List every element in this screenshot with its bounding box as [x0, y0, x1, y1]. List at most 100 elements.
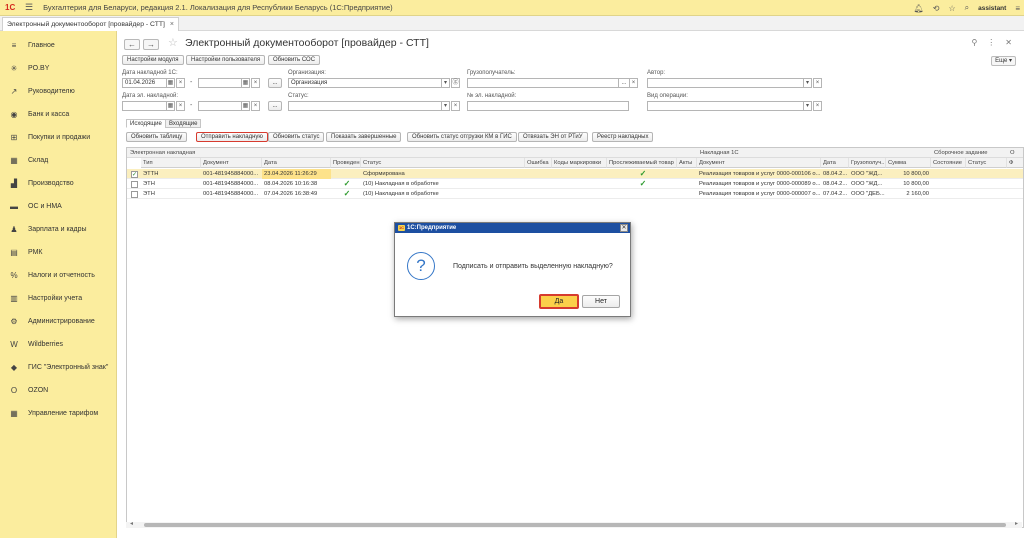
hamburger-menu-icon[interactable]: ☰: [25, 2, 33, 13]
scrollbar-thumb[interactable]: [144, 523, 1006, 527]
sidebar-item[interactable]: ▟ Производство: [0, 172, 117, 194]
clear-icon[interactable]: ×: [451, 101, 460, 111]
clear-icon[interactable]: ×: [251, 101, 260, 111]
einvoice-no-field[interactable]: [467, 101, 629, 111]
settings-icon[interactable]: ≡: [1015, 4, 1020, 13]
tab-edo[interactable]: Электронный документооборот [провайдер -…: [2, 17, 179, 31]
back-arrow-icon[interactable]: ←: [124, 39, 140, 50]
operation-field[interactable]: [647, 101, 804, 111]
author-field[interactable]: [647, 78, 804, 88]
col-consignee[interactable]: Грузополуч...: [849, 158, 886, 168]
period-select-button[interactable]: ...: [268, 101, 282, 111]
col-status[interactable]: Статус: [361, 158, 525, 168]
col-extra[interactable]: Ф: [1007, 158, 1023, 168]
calendar-icon[interactable]: ▦: [166, 78, 175, 88]
period-select-button[interactable]: ...: [268, 78, 282, 88]
sidebar-item[interactable]: % Налоги и отчетность: [0, 264, 117, 286]
col-type[interactable]: Тип: [141, 158, 201, 168]
sidebar-item[interactable]: ✳ PO.BY: [0, 57, 117, 79]
horizontal-scrollbar[interactable]: ◂ ▸: [126, 520, 1022, 528]
clear-icon[interactable]: ×: [813, 78, 822, 88]
sidebar-item[interactable]: ⊞ Покупки и продажи: [0, 126, 117, 148]
sidebar-item[interactable]: ↗ Руководителю: [0, 80, 117, 102]
clear-icon[interactable]: ×: [813, 101, 822, 111]
dropdown-icon[interactable]: ▾: [803, 101, 812, 111]
close-dialog-icon[interactable]: ✕: [620, 224, 628, 232]
dropdown-icon[interactable]: ▾: [441, 101, 450, 111]
col-acts[interactable]: Акты: [677, 158, 697, 168]
sidebar-item[interactable]: W Wildberries: [0, 333, 117, 355]
sidebar-item[interactable]: ◆ ГИС "Электронный знак": [0, 356, 117, 378]
yes-button[interactable]: Да: [539, 294, 579, 309]
invoice-date-to-field[interactable]: [198, 78, 242, 88]
scroll-left-icon[interactable]: ◂: [130, 520, 133, 527]
table-row[interactable]: ЭТН 001-481945884000... 07.04.2026 16:38:4…: [127, 189, 1023, 199]
col-sum[interactable]: Сумма: [886, 158, 931, 168]
col-task-status[interactable]: Статус: [966, 158, 1007, 168]
sidebar-item[interactable]: ♟ Зарплата и кадры: [0, 218, 117, 240]
update-status-button[interactable]: Обновить статус: [268, 132, 325, 142]
close-tab-icon[interactable]: ×: [170, 21, 174, 28]
clear-icon[interactable]: ×: [176, 101, 185, 111]
update-shipment-status-button[interactable]: Обновить статус отгрузки КМ в ГИС: [407, 132, 517, 142]
invoice-date-from-field[interactable]: 01.04.2026: [122, 78, 167, 88]
sidebar-item[interactable]: ▦ Управление тарифом: [0, 402, 117, 424]
invoice-registry-button[interactable]: Реестр накладных: [592, 132, 654, 142]
col-marking-codes[interactable]: Коды маркировки: [552, 158, 607, 168]
star-icon[interactable]: ☆: [948, 4, 955, 13]
einvoice-date-to-field[interactable]: [198, 101, 242, 111]
calendar-icon[interactable]: ▦: [166, 101, 175, 111]
history-icon[interactable]: ⟲: [933, 4, 940, 13]
search-icon[interactable]: ⌕: [965, 3, 969, 13]
open-icon[interactable]: ⓖ: [451, 78, 460, 88]
row-checkbox[interactable]: [131, 190, 138, 198]
no-button[interactable]: Нет: [582, 295, 620, 308]
col-traced-goods[interactable]: Прослеживаемый товар: [607, 158, 677, 168]
row-checkbox[interactable]: [131, 180, 138, 188]
user-settings-button[interactable]: Настройки пользователя: [186, 55, 266, 65]
status-field[interactable]: [288, 101, 442, 111]
row-checkbox[interactable]: ✓: [131, 170, 138, 178]
scroll-right-icon[interactable]: ▸: [1015, 520, 1018, 527]
col-posted[interactable]: Проведен: [331, 158, 361, 168]
update-sos-button[interactable]: Обновить СОС: [268, 55, 321, 65]
tab-incoming[interactable]: Входящие: [165, 119, 202, 128]
col-document-1c[interactable]: Документ: [697, 158, 821, 168]
col-document[interactable]: Документ: [201, 158, 262, 168]
calendar-icon[interactable]: ▦: [241, 78, 250, 88]
link-icon[interactable]: ⚲: [971, 38, 977, 47]
consignee-field[interactable]: [467, 78, 619, 88]
sidebar-item[interactable]: ▤ РМК: [0, 241, 117, 263]
sidebar-item[interactable]: ▦ Склад: [0, 149, 117, 171]
clear-icon[interactable]: ×: [251, 78, 260, 88]
organization-field[interactable]: Организация: [288, 78, 442, 88]
more-button[interactable]: Еще ▾: [991, 56, 1016, 66]
clear-icon[interactable]: ×: [629, 78, 638, 88]
forward-arrow-icon[interactable]: →: [143, 39, 159, 50]
refresh-table-button[interactable]: Обновить таблицу: [126, 132, 188, 142]
close-window-icon[interactable]: ✕: [1005, 38, 1012, 47]
calendar-icon[interactable]: ▦: [241, 101, 250, 111]
bell-icon[interactable]: 🔔︎: [914, 4, 924, 13]
dropdown-icon[interactable]: ▾: [441, 78, 450, 88]
module-settings-button[interactable]: Настройки модуля: [122, 55, 184, 65]
user-name[interactable]: assistant: [978, 5, 1006, 12]
unlink-invoice-button[interactable]: Отвязать ЭН от РТиУ: [518, 132, 588, 142]
show-completed-button[interactable]: Показать завершенные: [326, 132, 402, 142]
sidebar-item[interactable]: O OZON: [0, 379, 117, 401]
more-vertical-icon[interactable]: ⋮: [987, 38, 995, 47]
tab-outgoing[interactable]: Исходящие: [126, 119, 166, 128]
einvoice-date-from-field[interactable]: [122, 101, 167, 111]
sidebar-item[interactable]: ▥ Настройки учета: [0, 287, 117, 309]
col-date-1c[interactable]: Дата: [821, 158, 849, 168]
col-error[interactable]: Ошибка: [525, 158, 552, 168]
send-invoice-button[interactable]: Отправить накладную: [196, 132, 268, 142]
dropdown-icon[interactable]: ▾: [803, 78, 812, 88]
favorite-star-icon[interactable]: ☆: [168, 36, 178, 49]
table-row[interactable]: ✓ ЭТТН 001-481945884000... 23.04.2026 11:26…: [127, 169, 1023, 179]
table-row[interactable]: ЭТН 001-481945884000... 08.04.2026 10:16:3…: [127, 179, 1023, 189]
sidebar-item[interactable]: ⚙ Администрирование: [0, 310, 117, 332]
clear-icon[interactable]: ×: [176, 78, 185, 88]
col-state[interactable]: Состояние: [931, 158, 966, 168]
col-date[interactable]: Дата: [262, 158, 331, 168]
